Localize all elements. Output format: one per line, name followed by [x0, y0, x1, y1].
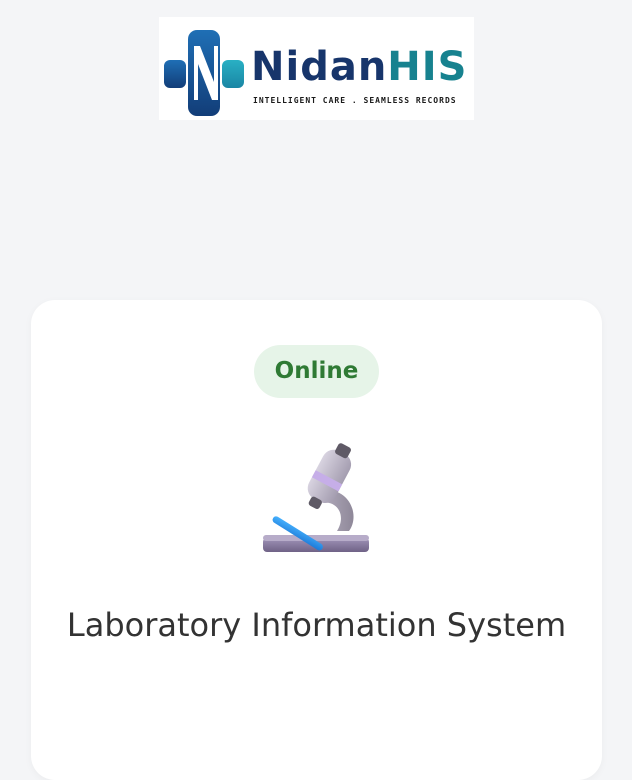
brand-tagline: INTELLIGENT CARE . SEAMLESS RECORDS	[253, 96, 457, 105]
card-title: Laboratory Information System	[66, 606, 567, 644]
medical-cross-n-icon	[164, 30, 244, 116]
brand-name-part2: HIS	[387, 44, 468, 90]
brand-wordmark: NidanHIS	[251, 43, 467, 91]
nidanhis-logo: NidanHIS INTELLIGENT CARE . SEAMLESS REC…	[159, 17, 474, 120]
brand-name-part1: Nidan	[251, 44, 388, 90]
lis-module-card[interactable]: Online Laboratory Information System	[31, 300, 602, 780]
status-badge: Online	[254, 345, 379, 398]
microscope-icon	[263, 443, 369, 552]
